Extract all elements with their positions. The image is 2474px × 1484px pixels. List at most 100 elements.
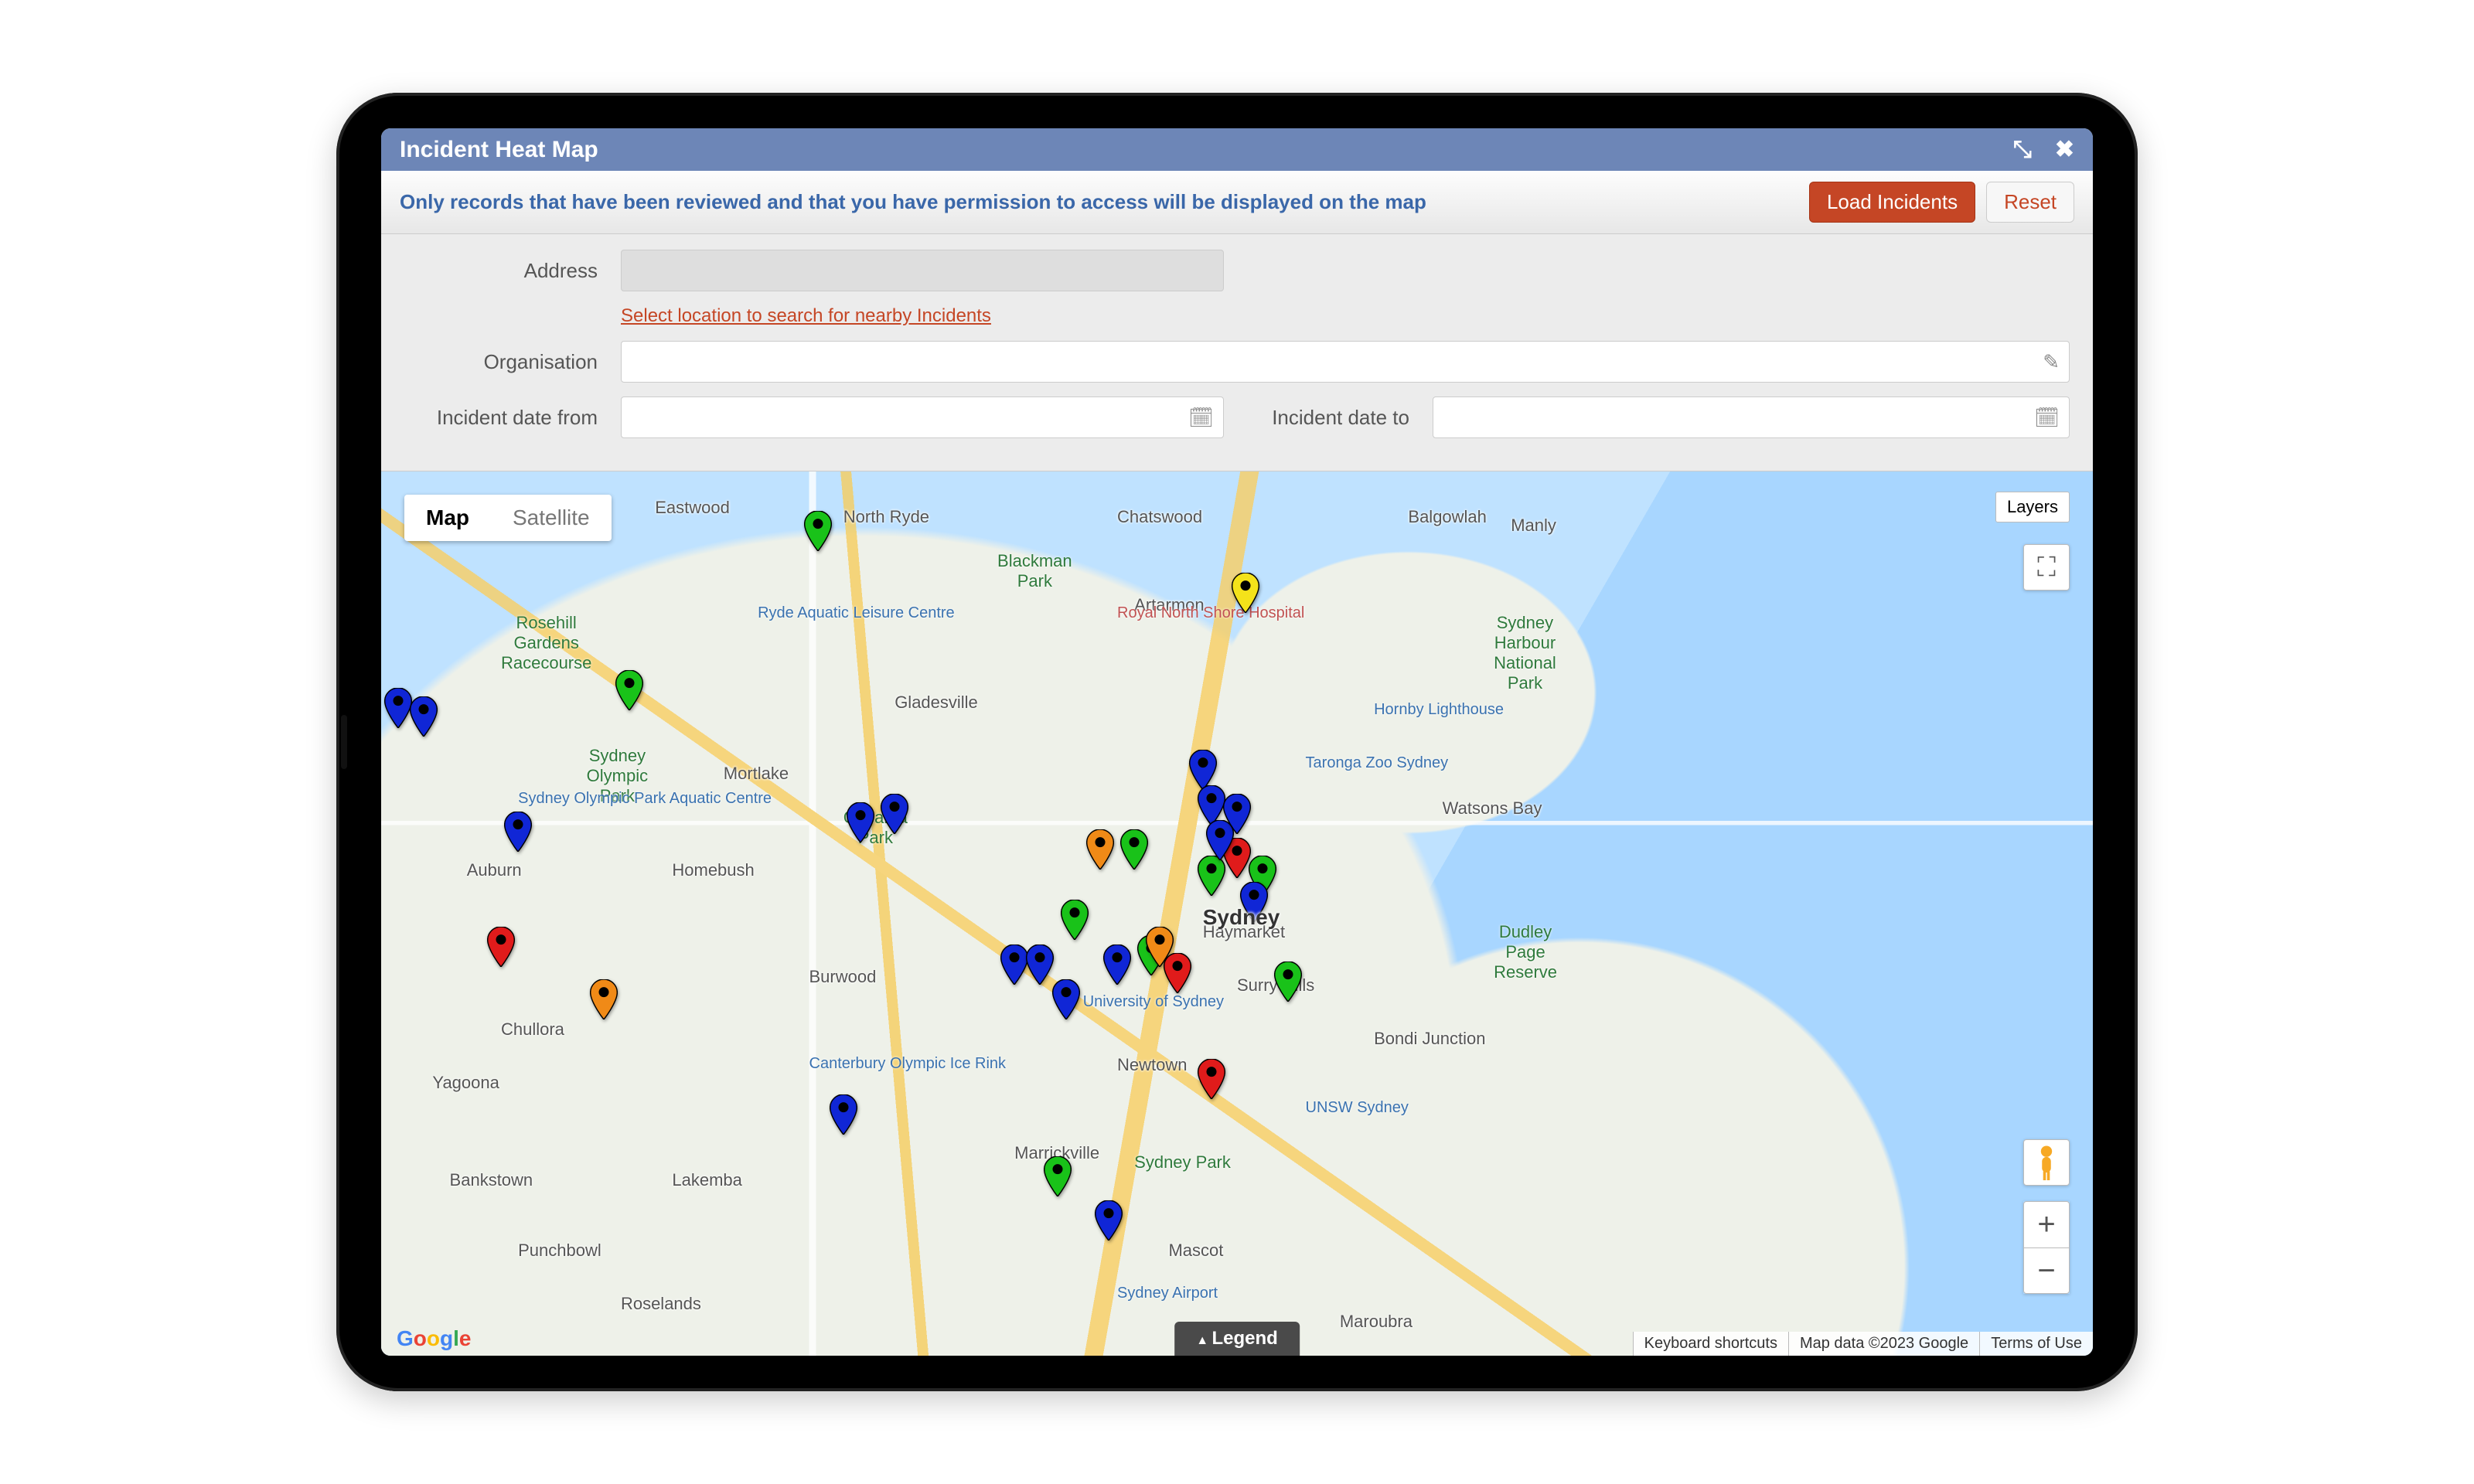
window-title: Incident Heat Map xyxy=(400,137,598,163)
map-pin-green[interactable] xyxy=(1274,962,1302,1002)
place-label: Punchbowl xyxy=(518,1241,601,1261)
load-incidents-button[interactable]: Load Incidents xyxy=(1809,182,1975,223)
map-pin-blue[interactable] xyxy=(1198,785,1225,825)
filter-form: Address Select location to search for ne… xyxy=(381,234,2093,471)
place-label: North Ryde xyxy=(843,507,929,527)
poi-label: Sydney Olympic Park Aquatic Centre xyxy=(518,790,772,808)
poi-label: Hornby Lighthouse xyxy=(1374,701,1504,719)
map-type-map[interactable]: Map xyxy=(404,495,491,541)
map-pin-blue[interactable] xyxy=(384,688,412,728)
map-pin-green[interactable] xyxy=(1061,900,1089,940)
zoom-in-button[interactable]: + xyxy=(2023,1201,2070,1247)
poi-label: Sydney Airport xyxy=(1117,1285,1218,1302)
place-label: Maroubra xyxy=(1340,1312,1412,1332)
map-pin-green[interactable] xyxy=(1044,1156,1072,1196)
zoom-out-button[interactable]: − xyxy=(2023,1247,2070,1294)
park-label: RosehillGardensRacecourse xyxy=(501,613,591,673)
place-label: Manly xyxy=(1511,516,1556,536)
map-pin-blue[interactable] xyxy=(830,1094,857,1135)
map-pin-blue[interactable] xyxy=(1223,794,1251,834)
map-pin-blue[interactable] xyxy=(1000,945,1028,985)
map-pin-blue[interactable] xyxy=(847,802,874,842)
map-pin-green[interactable] xyxy=(804,511,832,551)
organisation-label: Organisation xyxy=(404,350,605,374)
poi-label: Ryde Aquatic Leisure Centre xyxy=(758,604,955,622)
map-pin-green[interactable] xyxy=(1198,856,1225,896)
date-from-input[interactable]: 🗓 xyxy=(621,397,1224,438)
legend-toggle[interactable]: Legend xyxy=(1174,1322,1300,1356)
date-to-input[interactable]: 🗓 xyxy=(1433,397,2070,438)
calendar-icon[interactable]: 🗓 xyxy=(1188,406,1214,430)
poi-label: Taronga Zoo Sydney xyxy=(1306,754,1449,772)
map-attribution: Keyboard shortcuts Map data ©2023 Google… xyxy=(1633,1332,2093,1356)
map-pin-blue[interactable] xyxy=(1189,750,1217,790)
date-from-label: Incident date from xyxy=(404,406,605,430)
map-pin-green[interactable] xyxy=(615,670,643,710)
info-bar: Only records that have been reviewed and… xyxy=(381,171,2093,234)
place-label: Homebush xyxy=(672,860,754,880)
place-label: Chullora xyxy=(501,1019,564,1040)
map-pin-red[interactable] xyxy=(1198,1059,1225,1099)
poi-label: Sydney Park xyxy=(1134,1152,1231,1173)
tablet-frame: Incident Heat Map ⤡ ✖ Only records that … xyxy=(336,93,2138,1391)
minimize-icon[interactable]: ⤡ xyxy=(2013,137,2032,163)
zoom-control: + − xyxy=(2023,1201,2070,1294)
map-pin-blue[interactable] xyxy=(1095,1200,1123,1241)
poi-label: University of Sydney xyxy=(1083,993,1224,1011)
reset-button[interactable]: Reset xyxy=(1986,182,2074,223)
place-label: Burwood xyxy=(809,967,877,987)
map-pin-blue[interactable] xyxy=(1052,979,1080,1019)
park-label: SydneyHarbourNationalPark xyxy=(1494,613,1556,693)
map-type-satellite[interactable]: Satellite xyxy=(491,495,612,541)
place-label: Lakemba xyxy=(672,1170,742,1190)
edit-icon[interactable]: ✎ xyxy=(2043,350,2060,374)
place-label: Balgowlah xyxy=(1408,507,1487,527)
map-pin-yellow[interactable] xyxy=(1232,573,1259,613)
map-pin-blue[interactable] xyxy=(1103,945,1131,985)
map-type-switch: Map Satellite xyxy=(404,495,612,541)
place-label: Gladesville xyxy=(895,693,978,713)
place-label: Watsons Bay xyxy=(1443,798,1542,819)
date-to-label: Incident date to xyxy=(1239,406,1417,430)
place-label: Bondi Junction xyxy=(1374,1029,1485,1049)
calendar-icon[interactable]: 🗓 xyxy=(2034,406,2060,430)
close-icon[interactable]: ✖ xyxy=(2055,136,2074,163)
map-pin-red[interactable] xyxy=(1164,953,1191,993)
poi-label: UNSW Sydney xyxy=(1306,1099,1409,1117)
place-label: Newtown xyxy=(1117,1055,1187,1075)
pegman-button[interactable] xyxy=(2023,1139,2070,1186)
address-label: Address xyxy=(404,259,605,283)
place-label: Eastwood xyxy=(655,498,730,518)
terms-link[interactable]: Terms of Use xyxy=(1979,1332,2093,1356)
park-label: BlackmanPark xyxy=(997,551,1072,591)
place-label: Chatswood xyxy=(1117,507,1202,527)
map-pin-green[interactable] xyxy=(1120,829,1148,870)
map-pin-orange[interactable] xyxy=(1086,829,1114,870)
map-pin-red[interactable] xyxy=(487,927,515,967)
map-pin-blue[interactable] xyxy=(504,812,532,852)
address-input[interactable] xyxy=(621,250,1224,291)
screen: Incident Heat Map ⤡ ✖ Only records that … xyxy=(381,128,2093,1356)
place-label: Bankstown xyxy=(450,1170,533,1190)
place-label: Mascot xyxy=(1168,1241,1223,1261)
google-logo: Google xyxy=(397,1326,471,1351)
info-message: Only records that have been reviewed and… xyxy=(400,190,1426,214)
map-pin-blue[interactable] xyxy=(881,794,908,834)
place-label: Roselands xyxy=(621,1294,701,1314)
select-location-link[interactable]: Select location to search for nearby Inc… xyxy=(621,305,991,327)
window-header: Incident Heat Map ⤡ ✖ xyxy=(381,128,2093,171)
place-label: Yagoona xyxy=(432,1073,499,1093)
layers-button[interactable]: Layers xyxy=(1995,492,2070,522)
map-pin-orange[interactable] xyxy=(590,979,618,1019)
poi-label: Canterbury Olympic Ice Rink xyxy=(809,1055,1007,1073)
city-label-sydney: Sydney xyxy=(1203,905,1280,930)
map-data-text: Map data ©2023 Google xyxy=(1788,1332,1979,1356)
map[interactable]: North Ryde Chatswood Balgowlah Manly Eastwoo… xyxy=(381,471,2093,1356)
poi-label: Royal North Shore Hospital xyxy=(1117,604,1304,622)
fullscreen-button[interactable]: ⛶ xyxy=(2023,544,2070,591)
organisation-input[interactable]: ✎ xyxy=(621,341,2070,383)
keyboard-shortcuts-link[interactable]: Keyboard shortcuts xyxy=(1633,1332,1788,1356)
map-pin-blue[interactable] xyxy=(410,696,438,737)
place-label: Mortlake xyxy=(724,764,789,784)
map-pin-blue[interactable] xyxy=(1026,945,1054,985)
